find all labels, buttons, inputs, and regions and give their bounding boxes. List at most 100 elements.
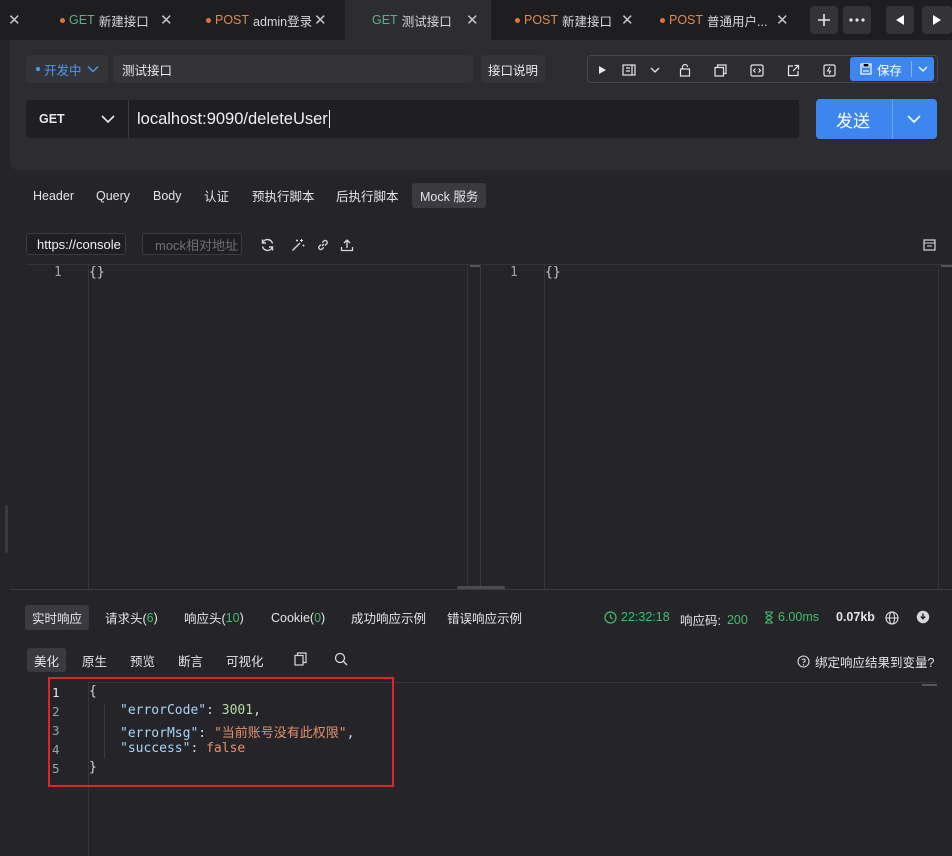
flash-button[interactable] xyxy=(819,60,839,80)
mock-relative-input[interactable]: mock相对地址 xyxy=(142,233,242,255)
scroll-right-button[interactable] xyxy=(922,6,952,34)
count-badge: 6 xyxy=(146,610,154,625)
tab-post-new-api[interactable]: POST 新建接口 ✕ xyxy=(503,0,641,40)
tab-pre-script[interactable]: 预执行脚本 xyxy=(244,183,323,208)
view-tab-assert[interactable]: 断言 xyxy=(171,648,210,672)
gutter-line xyxy=(544,265,545,589)
share-button[interactable] xyxy=(783,60,803,80)
tab-request-headers[interactable]: 请求头(6) xyxy=(98,605,165,630)
scrollbar[interactable] xyxy=(938,265,952,589)
sidebar-resize-handle[interactable] xyxy=(5,505,8,553)
code-button[interactable] xyxy=(747,60,767,80)
mock-response-editor[interactable] xyxy=(482,264,952,589)
chevron-down-icon xyxy=(101,115,115,123)
search-response-button[interactable] xyxy=(334,652,348,669)
tab-label: 请求头( xyxy=(105,612,147,626)
lock-button[interactable] xyxy=(675,60,695,80)
tab-query[interactable]: Query xyxy=(88,183,138,208)
copy-button[interactable] xyxy=(710,60,730,80)
paren: ) xyxy=(321,610,326,625)
tab-bar: ✕ GET 新建接口 ✕ POST admin登录 ✕ GET 测试接口 ✕ P… xyxy=(0,0,952,40)
chevron-down-icon xyxy=(87,66,99,73)
link-button[interactable] xyxy=(314,236,332,254)
save-icon xyxy=(860,63,872,75)
tab-cookie[interactable]: Cookie(0) xyxy=(264,605,332,630)
tab-label: 断言 xyxy=(178,654,204,669)
tab-post-script[interactable]: 后执行脚本 xyxy=(328,183,407,208)
tab-success-example[interactable]: 成功响应示例 xyxy=(344,605,433,630)
view-tab-pretty[interactable]: 美化 xyxy=(27,648,67,672)
layout-icon xyxy=(622,64,636,76)
network-button[interactable] xyxy=(885,611,899,625)
tab-close-icon[interactable]: ✕ xyxy=(8,0,21,40)
magic-button[interactable] xyxy=(289,236,307,254)
panel-toggle-button[interactable] xyxy=(920,236,938,254)
tab-realtime-response[interactable]: 实时响应 xyxy=(25,605,90,630)
search-icon xyxy=(334,652,348,666)
editor-content: {} xyxy=(545,265,561,280)
count-badge: 0 xyxy=(314,610,322,625)
scrollbar-thumb[interactable] xyxy=(922,684,937,686)
tab-post-admin-login[interactable]: POST admin登录 ✕ xyxy=(194,0,340,40)
more-tabs-button[interactable] xyxy=(843,6,871,34)
api-name-input[interactable]: 测试接口 xyxy=(113,55,473,83)
view-tab-visualize[interactable]: 可视化 xyxy=(219,648,271,672)
count-badge: 10 xyxy=(225,610,240,625)
layout-dropdown[interactable] xyxy=(645,60,665,80)
status-dropdown[interactable]: 开发中 xyxy=(26,55,108,83)
tab-post-normal-user[interactable]: POST 普通用户... ✕ xyxy=(648,0,789,40)
close-icon[interactable]: ✕ xyxy=(466,11,479,29)
tab-label: 响应头( xyxy=(184,612,226,626)
refresh-button[interactable] xyxy=(258,236,276,254)
status-code: 响应码: 200 xyxy=(680,610,748,629)
mock-url-input[interactable]: https://console xyxy=(26,233,126,255)
scrollbar[interactable] xyxy=(922,682,937,686)
layout-button[interactable] xyxy=(619,60,639,80)
tab-response-headers[interactable]: 响应头(10) xyxy=(177,605,251,630)
panel-resize-handle[interactable] xyxy=(457,586,505,589)
tab-auth[interactable]: 认证 xyxy=(196,183,237,208)
upload-button[interactable] xyxy=(338,236,356,254)
tab-get-new-api[interactable]: GET 新建接口 ✕ xyxy=(48,0,178,40)
tab-get-test-api[interactable]: GET 测试接口 ✕ xyxy=(345,0,491,40)
run-button[interactable] xyxy=(592,60,612,80)
close-icon[interactable]: ✕ xyxy=(621,11,634,29)
url-input[interactable]: localhost:9090/deleteUser xyxy=(128,100,799,138)
mock-request-editor[interactable] xyxy=(26,264,480,589)
close-icon[interactable]: ✕ xyxy=(314,11,327,29)
copy-response-button[interactable] xyxy=(294,652,307,669)
tab-label: Cookie( xyxy=(271,610,315,625)
save-button[interactable]: 保存 xyxy=(850,57,934,81)
download-button[interactable] xyxy=(916,610,930,624)
modified-dot-icon xyxy=(660,17,665,23)
text-cursor xyxy=(328,110,330,128)
mock-relative-placeholder: mock相对地址 xyxy=(155,237,239,253)
bind-to-variable-link[interactable]: 绑定响应结果到变量? xyxy=(797,652,934,671)
send-button[interactable]: 发送 xyxy=(816,99,937,139)
tab-label: 可视化 xyxy=(226,654,264,669)
tab-label: 后执行脚本 xyxy=(336,190,399,204)
tab-body[interactable]: Body xyxy=(145,183,190,208)
editor-divider[interactable] xyxy=(480,264,481,588)
view-tab-raw[interactable]: 原生 xyxy=(75,648,114,672)
tab-label: 新建接口 xyxy=(98,14,149,29)
view-tab-preview[interactable]: 预览 xyxy=(123,648,162,672)
api-doc-button[interactable]: 接口说明 xyxy=(481,55,545,83)
scrollbar-thumb[interactable] xyxy=(941,265,952,267)
scrollbar-thumb[interactable] xyxy=(470,265,480,267)
method-select[interactable]: GET xyxy=(26,100,128,138)
tab-label: 实时响应 xyxy=(32,612,83,626)
close-icon[interactable]: ✕ xyxy=(776,11,789,29)
status-code-label: 响应码: xyxy=(680,614,721,628)
tab-error-example[interactable]: 错误响应示例 xyxy=(440,605,529,630)
tab-label: Header xyxy=(33,188,74,203)
duration-value: 6.00ms xyxy=(778,610,819,624)
scrollbar[interactable] xyxy=(467,265,480,589)
tab-mock-service[interactable]: Mock 服务 xyxy=(412,183,487,208)
triangle-left-icon xyxy=(896,15,904,25)
api-name-value: 测试接口 xyxy=(122,63,173,78)
close-icon[interactable]: ✕ xyxy=(160,11,173,29)
scroll-left-button[interactable] xyxy=(886,6,914,34)
tab-header[interactable]: Header xyxy=(25,183,82,208)
add-tab-button[interactable] xyxy=(810,6,838,34)
